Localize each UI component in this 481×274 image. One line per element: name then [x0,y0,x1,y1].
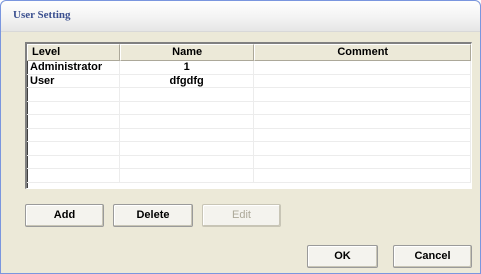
cell-comment [254,115,471,128]
cell-level [27,142,120,155]
column-header-comment[interactable]: Comment [254,44,471,61]
cell-name [120,142,255,155]
column-header-name[interactable]: Name [119,44,255,61]
cell-level [27,155,120,168]
table-row[interactable] [27,128,471,142]
ok-button[interactable]: OK [307,245,378,268]
cell-level: User [27,74,120,87]
cell-name [120,155,255,168]
cell-comment [254,61,471,74]
table-row[interactable] [27,115,471,129]
title-bar[interactable]: User Setting [1,1,480,32]
user-list[interactable]: Level Name Comment Administrator 1 User dfg… [25,42,472,189]
user-setting-dialog: User Setting Level Name Comment Administ… [0,0,481,274]
add-button[interactable]: Add [25,204,104,227]
edit-button[interactable]: Edit [202,204,281,227]
cell-comment [254,142,471,155]
cell-name: 1 [120,61,255,74]
table-row[interactable]: User dfgdfg [27,74,471,88]
cell-level [27,115,120,128]
cell-comment [254,169,471,182]
cell-comment [254,155,471,168]
cell-name [120,115,255,128]
cell-name [120,169,255,182]
cell-comment [254,101,471,114]
column-header-level[interactable]: Level [27,44,120,61]
table-row[interactable] [27,88,471,102]
table-row[interactable] [27,155,471,169]
table-row[interactable]: Administrator 1 [27,61,471,75]
cancel-button[interactable]: Cancel [393,245,472,268]
table-row[interactable] [27,142,471,156]
cell-level [27,88,120,101]
cell-name [120,128,255,141]
delete-button[interactable]: Delete [113,204,193,227]
list-header: Level Name Comment [27,44,471,61]
list-rows: Administrator 1 User dfgdfg [27,61,471,188]
cell-level [27,128,120,141]
cell-comment [254,128,471,141]
window-title: User Setting [13,9,71,21]
cell-comment [254,74,471,87]
cell-level [27,101,120,114]
table-row[interactable] [27,169,471,183]
cell-level [27,169,120,182]
cell-comment [254,88,471,101]
cell-name [120,88,255,101]
table-row[interactable] [27,101,471,115]
cell-name: dfgdfg [120,74,255,87]
cell-level: Administrator [27,61,120,74]
cell-name [120,101,255,114]
